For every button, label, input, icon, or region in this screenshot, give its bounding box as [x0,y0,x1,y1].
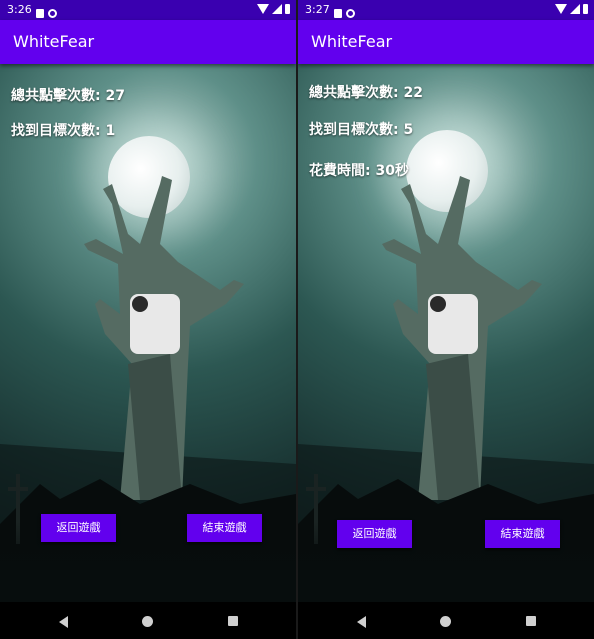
sync-icon [48,9,57,18]
status-time: 3:26 [7,3,32,16]
app-title: WhiteFear [13,32,95,51]
wifi-icon [555,4,567,14]
phone-screen-left: 3:26 WhiteFear 總共點擊次數: 27 找到目標次數: 1 返回遊戲… [0,0,296,639]
notification-icon [334,9,342,18]
sync-icon [346,9,355,18]
battery-icon [285,4,290,14]
battery-icon [583,4,588,14]
return-to-game-button[interactable]: 返回遊戲 [41,514,116,542]
signal-icon [272,4,282,14]
app-bar: WhiteFear [298,20,594,64]
phone-screen-right: 3:27 WhiteFear 總共點擊次數: 22 找到目標次數: 5 花費時間… [298,0,594,639]
navigation-bar [298,602,594,639]
status-bar: 3:26 [0,0,296,20]
status-bar: 3:27 [298,0,594,20]
end-game-button[interactable]: 結束遊戲 [187,514,262,542]
home-icon[interactable] [440,616,451,627]
status-time: 3:27 [305,3,330,16]
app-bar: WhiteFear [0,20,296,64]
notification-icon [36,9,44,18]
app-title: WhiteFear [311,32,393,51]
recents-icon[interactable] [526,616,536,626]
back-icon[interactable] [59,616,68,628]
total-clicks-label: 總共點擊次數: 27 [11,88,125,104]
targets-found-label: 找到目標次數: 5 [309,122,414,138]
recents-icon[interactable] [228,616,238,626]
signal-icon [570,4,580,14]
wifi-icon [257,4,269,14]
back-icon[interactable] [357,616,366,628]
time-spent-label: 花費時間: 30秒 [309,163,409,179]
return-to-game-button[interactable]: 返回遊戲 [337,520,412,548]
home-icon[interactable] [142,616,153,627]
navigation-bar [0,602,296,639]
total-clicks-label: 總共點擊次數: 22 [309,85,423,101]
end-game-button[interactable]: 結束遊戲 [485,520,560,548]
targets-found-label: 找到目標次數: 1 [11,123,116,139]
